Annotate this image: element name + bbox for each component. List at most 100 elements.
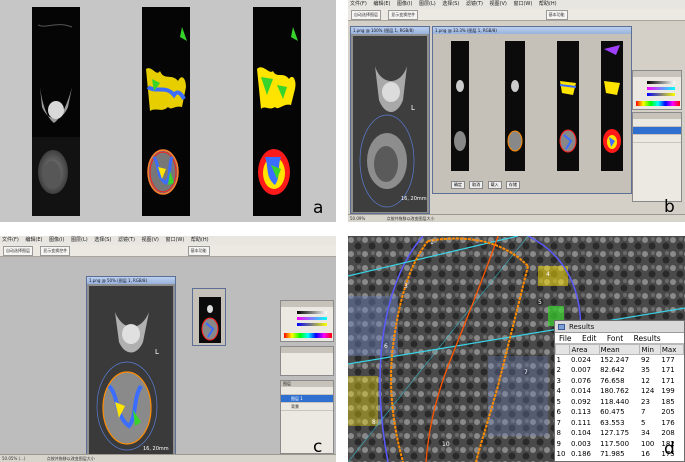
menu-item-window[interactable]: 窗口(W) [513, 1, 532, 7]
results-row[interactable]: 6 0.113 60.475 7 205 [556, 407, 684, 418]
styles-panel-c[interactable] [280, 346, 334, 376]
menu-item-filter[interactable]: 滤镜(T) [466, 1, 483, 7]
color-ramp[interactable] [636, 101, 680, 106]
document-window-c[interactable]: 1.png @ 50% (图层 1, RGB/8) L 16, 20mm [86, 276, 176, 458]
results-cell: 205 [661, 408, 675, 417]
document-window-comparison[interactable]: 1.png @ 33.3% (图层 1, RGB/8) 确定 取消 载入 存储 [432, 26, 632, 194]
menu-item-edit-c[interactable]: 编辑(E) [25, 237, 42, 243]
col-header-mean[interactable]: Mean [598, 344, 641, 355]
workspace-button-c[interactable]: 基本功能 [187, 246, 210, 256]
results-cell: 0.092 [570, 397, 591, 406]
menu-item-window-c[interactable]: 窗口(W) [165, 237, 184, 243]
layers-panel-c[interactable]: 图层 图层 1 背景 [280, 380, 334, 454]
menu-item-image[interactable]: 图像(I) [397, 1, 412, 7]
results-cell: 63.553 [600, 418, 625, 427]
layer-row-background[interactable]: 背景 [281, 403, 333, 411]
results-cell: 6 [556, 408, 561, 417]
menu-item-view-c[interactable]: 视图(V) [142, 237, 159, 243]
results-cell: 124 [640, 387, 655, 396]
thumb-strip-1 [451, 41, 469, 171]
results-cell: 0.186 [570, 450, 591, 459]
layer-row-1[interactable]: 图层 1 [281, 395, 333, 403]
results-cell: 185 [661, 397, 675, 406]
ct-strip-color-map [253, 7, 301, 216]
results-menu-results[interactable]: Results [634, 334, 661, 343]
results-menu-font[interactable]: Font [607, 334, 623, 343]
col-header-index[interactable] [554, 344, 571, 355]
results-cell: 92 [640, 356, 650, 364]
load-button[interactable]: 载入 [487, 181, 502, 189]
col-header-min[interactable]: Min [639, 344, 661, 355]
ok-button[interactable]: 确定 [451, 181, 465, 189]
slider-r[interactable] [647, 81, 675, 84]
results-row[interactable]: 7 0.111 63.553 5 176 [556, 418, 684, 429]
menu-item-help-c[interactable]: 帮助(H) [191, 237, 209, 243]
results-cell: 127.175 [600, 429, 630, 438]
results-row[interactable]: 1 0.024 152.247 92 177 [556, 355, 684, 366]
document-canvas[interactable]: L 16, 20mm [353, 36, 427, 212]
results-cell: 71.985 [600, 450, 625, 459]
panel-a: a [0, 0, 336, 222]
menu-item-edit[interactable]: 编辑(E) [373, 1, 390, 7]
slider-b[interactable] [647, 93, 675, 96]
layer-row-top[interactable] [633, 119, 681, 127]
layer-row-selected[interactable] [633, 127, 681, 135]
thumb-strip-2 [505, 41, 525, 171]
results-cell: 4 [556, 387, 561, 396]
slider-b-c[interactable] [297, 323, 327, 326]
workspace-button[interactable]: 基本功能 [545, 10, 568, 20]
results-row[interactable]: 5 0.092 118.440 23 185 [556, 397, 684, 408]
auto-select-checkbox[interactable]: 自动选择图层 [351, 10, 381, 20]
document-canvas-c[interactable]: L 16, 20mm [89, 286, 173, 456]
results-cell: 23 [640, 397, 650, 406]
roi-label-3: 3 [404, 283, 408, 290]
menu-item-select-c[interactable]: 选择(S) [94, 237, 111, 243]
show-transform-checkbox-c[interactable]: 显示变换控件 [40, 246, 71, 256]
layer-row-bottom[interactable] [633, 135, 681, 143]
menu-item-layer[interactable]: 图层(L) [419, 1, 436, 7]
color-panel[interactable] [632, 70, 682, 110]
menu-item-select[interactable]: 选择(S) [442, 1, 459, 7]
col-header-area[interactable]: Area [569, 344, 600, 355]
results-row[interactable]: 8 0.104 127.175 34 208 [556, 428, 684, 439]
document-title-c: 1.png @ 50% (图层 1, RGB/8) [87, 277, 175, 284]
color-ramp-c[interactable] [284, 333, 332, 338]
results-cell: 34 [640, 429, 650, 438]
results-menu-bar: File Edit Font Results [555, 333, 684, 344]
results-menu-edit[interactable]: Edit [582, 334, 597, 343]
results-cell: 199 [661, 387, 675, 396]
col-header-max[interactable]: Max [659, 344, 685, 355]
results-row[interactable]: 4 0.014 180.762 124 199 [556, 386, 684, 397]
results-row[interactable]: 3 0.076 76.658 12 171 [556, 376, 684, 387]
results-cell: 35 [640, 366, 650, 375]
menu-item-file-c[interactable]: 文件(F) [2, 237, 19, 243]
results-row[interactable]: 2 0.007 82.642 35 171 [556, 365, 684, 376]
menu-item-image-c[interactable]: 图像(I) [49, 237, 64, 243]
results-menu-file[interactable]: File [559, 334, 572, 343]
panel-label-d: d [664, 439, 675, 459]
results-cell: 12 [640, 376, 650, 385]
slider-g[interactable] [647, 87, 675, 90]
navigator-window[interactable] [192, 288, 226, 346]
slider-g-c[interactable] [297, 317, 327, 320]
save-button[interactable]: 存储 [505, 181, 520, 189]
menu-item-file[interactable]: 文件(F) [350, 1, 367, 7]
slider-r-c[interactable] [297, 311, 327, 314]
menu-item-view[interactable]: 视图(V) [490, 1, 507, 7]
results-cell: 176 [661, 418, 675, 427]
layers-panel[interactable] [632, 112, 682, 202]
color-panel-c[interactable] [280, 300, 334, 342]
results-cell: 117.500 [600, 439, 630, 448]
document-window-main[interactable]: 1.png @ 100% (图层 1, RGB/8) L 16, 20mm [350, 26, 430, 214]
auto-select-checkbox-c[interactable]: 自动选择图层 [3, 246, 33, 256]
menu-item-layer-c[interactable]: 图层(L) [71, 237, 88, 243]
cancel-button[interactable]: 取消 [469, 181, 484, 189]
scale-text: 16, 20mm [401, 196, 427, 202]
show-transform-checkbox[interactable]: 显示变换控件 [388, 10, 419, 20]
options-toolbar: 自动选择图层 显示变换控件 基本功能 [348, 9, 685, 21]
menu-item-help[interactable]: 帮助(H) [539, 1, 557, 7]
layer-blend-row[interactable] [281, 387, 333, 395]
roi-label-6: 6 [384, 343, 388, 350]
menu-item-filter-c[interactable]: 滤镜(T) [118, 237, 135, 243]
panel-d-roi-measurement: 1 3 6 5 4 7 8 10 Results File Edit Font … [348, 236, 685, 462]
